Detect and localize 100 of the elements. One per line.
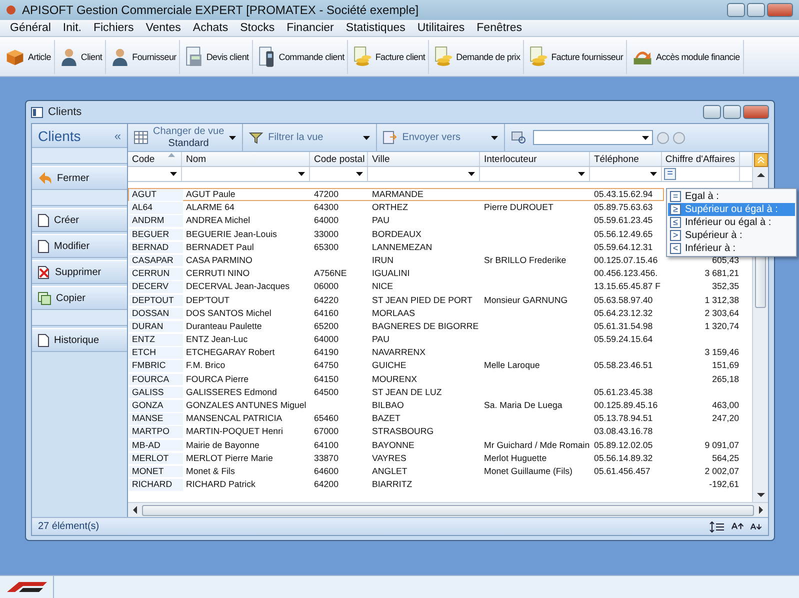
table-cell: FMBRIC (129, 360, 183, 372)
table-cell-text: MARMANDE (371, 189, 424, 200)
table-cell-text: Monet & Fils (185, 466, 236, 478)
table-cell-text: 352,35 (711, 280, 740, 294)
table-cell-text: BERNADET Paul (185, 242, 255, 254)
table-cell-text: Duranteau Paulette (185, 320, 263, 332)
table-cell-text: 65200 (313, 320, 340, 332)
table-cell-text: 05.64.23.12.32 (593, 308, 654, 320)
table-cell: ENTZ (129, 334, 183, 346)
table-cell-text: 64190 (313, 347, 340, 359)
table-cell-text: 05.59.61.23.45 (593, 215, 654, 227)
table-cell-text: 64100 (313, 440, 340, 452)
table-cell-text: 3 159,46 (704, 346, 740, 360)
table-cell-text: ETCHEGARAY Robert (185, 347, 276, 359)
table-cell-text: 2 303,64 (704, 306, 740, 320)
table-cell-text: Pierre DUROUET (483, 202, 554, 214)
table-cell-text: 65300 (313, 242, 340, 254)
table-cell-text: 06000 (313, 281, 340, 293)
table-cell-text: DOS SANTOS Michel (185, 308, 272, 320)
table-cell: BERNAD (129, 242, 183, 254)
table-cell-text: IGUALINI (371, 268, 411, 280)
table-cell-text: ST JEAN DE LUZ (371, 386, 443, 398)
table-cell-text: MANSENCAL PATRICIA (185, 413, 284, 425)
table-cell: CERRUN (129, 268, 183, 280)
window-title: APISOFT Gestion Commerciale EXPERT [PROMATEX - Société exemple] (22, 3, 420, 17)
table-cell: MANSE (129, 413, 183, 425)
table-cell: GONZA (129, 400, 183, 412)
table-cell-text: 00.125.89.45.16 (593, 400, 659, 412)
table-cell-text: 64000 (313, 215, 340, 227)
panel-title: Clients (38, 128, 81, 144)
table-cell-text: 64500 (313, 386, 340, 398)
table-cell: DECERV (129, 281, 183, 293)
table-cell-text: MARTIN-POQUET Henri (185, 426, 284, 438)
table-cell-text: MOURENX (371, 374, 418, 386)
window-title: Clients (48, 106, 83, 118)
table-cell-text: 05.61.31.54.98 (593, 320, 654, 332)
table-cell-text: Mairie de Bayonne (185, 440, 260, 452)
table-cell-text: STRASBOURG (371, 426, 435, 438)
table-cell-text: 33000 (313, 228, 340, 240)
table-cell-text: ST JEAN PIED DE PORT (371, 294, 474, 306)
table-cell: MONET (129, 466, 183, 478)
table-cell-text: CASA PARMINO (185, 254, 254, 266)
table-cell-text: GUICHE (371, 360, 408, 372)
table-cell: BEGUER (129, 228, 183, 240)
table-cell-text: 247,20 (711, 412, 740, 426)
table-cell-text: DECERVAL Jean-Jacques (185, 281, 290, 293)
table-cell-text: ANGLET (371, 466, 408, 478)
table-cell-text: 05.56.12.49.65 (593, 228, 654, 240)
table-cell: GALISS (129, 386, 183, 398)
table-cell: ETCH (129, 347, 183, 359)
table-cell-text: 05.13.78.94.51 (593, 413, 654, 425)
table-cell-text: ENTZ Jean-Luc (185, 334, 249, 346)
table-cell-text: FOURCA Pierre (185, 374, 250, 386)
table-cell-text: VAYRES (371, 452, 408, 464)
table-cell: MERLOT (129, 452, 183, 464)
table-cell-text: 1 320,74 (704, 320, 740, 333)
table-cell-text: 2 002,07 (704, 464, 740, 478)
table-cell-text: MERLOT Pierre Marie (185, 452, 274, 464)
table-cell: DEPTOUT (129, 294, 183, 306)
table-cell-text: 265,18 (711, 372, 740, 386)
item-count: 27 élément(s) (38, 521, 100, 532)
table-cell: CASAPAR (129, 254, 183, 266)
table-cell-text: 3 681,21 (704, 267, 740, 280)
table-cell-text: ALARME 64 (185, 202, 236, 214)
table-cell-text: 05.56.14.89.32 (593, 452, 654, 464)
table-cell: FOURCA (129, 374, 183, 386)
table-cell-text: Monet Guillaume (Fils) (483, 466, 574, 478)
table-cell-text: 05.59.64.12.31 (593, 242, 654, 254)
table-cell-text: Sr BRILLO Frederike (483, 254, 568, 266)
table-cell-text: 05.43.15.62.94 (593, 189, 654, 200)
table-cell-text: 05.89.12.02.05 (593, 440, 654, 452)
table-cell-text: 05.59.24.15.64 (593, 334, 654, 346)
table-cell-text: 05.63.58.97.40 (593, 294, 654, 306)
table-cell-text: 605,43 (711, 254, 740, 267)
table-cell-text: 64000 (313, 334, 340, 346)
table-cell-text: LANNEMEZAN (371, 242, 434, 254)
table-cell-text: 03.08.43.16.78 (593, 426, 654, 438)
table-cell-text: MORLAAS (371, 308, 416, 320)
table-cell-text: 67000 (313, 426, 340, 438)
table-cell: MARTPO (129, 426, 183, 438)
table-cell: MB-AD (129, 440, 183, 452)
table-cell-text: CERRUTI NINO (185, 268, 251, 280)
table-cell-text: Monsieur GARNUNG (483, 294, 569, 306)
table-cell-text: AGUT Paule (185, 189, 236, 200)
table-cell-text: NICE (371, 281, 394, 293)
table-cell-text: DEP'TOUT (185, 294, 231, 306)
table-cell-text: 00.456.123.456. (593, 268, 659, 280)
table-cell-text: F.M. Brico (185, 360, 226, 372)
table-cell: DURAN (129, 320, 183, 332)
table-cell: DOSSAN (129, 308, 183, 320)
table-cell-text: -192,61 (708, 478, 740, 492)
table-cell-text: 564,25 (711, 452, 740, 465)
table-cell-text: 13.15.65.45.87 F (593, 281, 662, 293)
table-cell-text: BAGNERES DE BIGORRE (371, 320, 480, 332)
table-cell-text: ORTHEZ (371, 202, 410, 214)
table-cell-text: Melle Laroque (483, 360, 541, 372)
table-cell-text: Sa. Maria De Luega (483, 400, 564, 412)
table-cell-text: 9 091,07 (704, 438, 740, 452)
table-cell-text: PAU (371, 334, 390, 346)
table-cell-text: 463,00 (711, 399, 740, 412)
